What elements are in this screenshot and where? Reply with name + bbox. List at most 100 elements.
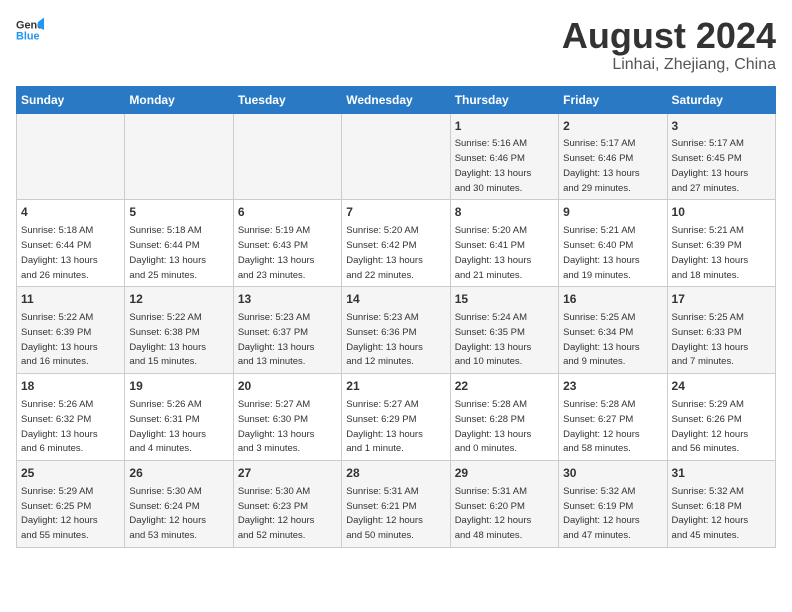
calendar-table: SundayMondayTuesdayWednesdayThursdayFrid… <box>16 86 776 548</box>
day-number: 29 <box>455 465 554 482</box>
calendar-week-1: 1 Sunrise: 5:16 AM Sunset: 6:46 PM Daylig… <box>17 113 776 200</box>
day-info: Sunrise: 5:30 AM Sunset: 6:24 PM Dayligh… <box>129 486 206 541</box>
day-info: Sunrise: 5:27 AM Sunset: 6:30 PM Dayligh… <box>238 399 315 454</box>
day-number: 12 <box>129 291 228 308</box>
day-number: 24 <box>672 378 771 395</box>
calendar-day-31: 31 Sunrise: 5:32 AM Sunset: 6:18 PM Dayli… <box>667 461 775 548</box>
day-number: 3 <box>672 118 771 135</box>
day-number: 25 <box>21 465 120 482</box>
calendar-week-4: 18Sunrise: 5:26 AM Sunset: 6:32 PM Dayli… <box>17 374 776 461</box>
day-info: Sunrise: 5:18 AM Sunset: 6:44 PM Dayligh… <box>21 225 98 280</box>
calendar-day-empty <box>125 113 233 200</box>
day-number: 26 <box>129 465 228 482</box>
day-info: Sunrise: 5:31 AM Sunset: 6:21 PM Dayligh… <box>346 486 423 541</box>
calendar-day-5: 5Sunrise: 5:18 AM Sunset: 6:44 PM Daylig… <box>125 200 233 287</box>
calendar-day-28: 28Sunrise: 5:31 AM Sunset: 6:21 PM Dayli… <box>342 461 450 548</box>
day-number: 9 <box>563 204 662 221</box>
logo: General Blue <box>16 16 44 44</box>
calendar-day-23: 23 Sunrise: 5:28 AM Sunset: 6:27 PM Dayli… <box>559 374 667 461</box>
day-info: Sunrise: 5:32 AM Sunset: 6:18 PM Dayligh… <box>672 486 749 541</box>
calendar-day-18: 18Sunrise: 5:26 AM Sunset: 6:32 PM Dayli… <box>17 374 125 461</box>
calendar-day-15: 15 Sunrise: 5:24 AM Sunset: 6:35 PM Dayli… <box>450 287 558 374</box>
day-number: 21 <box>346 378 445 395</box>
calendar-day-20: 20 Sunrise: 5:27 AM Sunset: 6:30 PM Dayli… <box>233 374 341 461</box>
weekday-header-friday: Friday <box>559 86 667 113</box>
calendar-day-4: 4 Sunrise: 5:18 AM Sunset: 6:44 PM Daylig… <box>17 200 125 287</box>
day-number: 8 <box>455 204 554 221</box>
day-info: Sunrise: 5:27 AM Sunset: 6:29 PM Dayligh… <box>346 399 423 454</box>
calendar-day-7: 7Sunrise: 5:20 AM Sunset: 6:42 PM Daylig… <box>342 200 450 287</box>
day-number: 2 <box>563 118 662 135</box>
calendar-day-empty <box>233 113 341 200</box>
weekday-header-saturday: Saturday <box>667 86 775 113</box>
day-info: Sunrise: 5:28 AM Sunset: 6:27 PM Dayligh… <box>563 399 640 454</box>
day-info: Sunrise: 5:25 AM Sunset: 6:33 PM Dayligh… <box>672 312 749 367</box>
calendar-day-19: 19 Sunrise: 5:26 AM Sunset: 6:31 PM Dayli… <box>125 374 233 461</box>
calendar-day-29: 29 Sunrise: 5:31 AM Sunset: 6:20 PM Dayli… <box>450 461 558 548</box>
day-info: Sunrise: 5:31 AM Sunset: 6:20 PM Dayligh… <box>455 486 532 541</box>
weekday-header-thursday: Thursday <box>450 86 558 113</box>
day-info: Sunrise: 5:26 AM Sunset: 6:31 PM Dayligh… <box>129 399 206 454</box>
day-info: Sunrise: 5:24 AM Sunset: 6:35 PM Dayligh… <box>455 312 532 367</box>
calendar-day-21: 21 Sunrise: 5:27 AM Sunset: 6:29 PM Dayli… <box>342 374 450 461</box>
calendar-day-22: 22Sunrise: 5:28 AM Sunset: 6:28 PM Dayli… <box>450 374 558 461</box>
weekday-header-monday: Monday <box>125 86 233 113</box>
weekday-header-sunday: Sunday <box>17 86 125 113</box>
day-number: 17 <box>672 291 771 308</box>
calendar-day-24: 24 Sunrise: 5:29 AM Sunset: 6:26 PM Dayli… <box>667 374 775 461</box>
calendar-day-30: 30 Sunrise: 5:32 AM Sunset: 6:19 PM Dayli… <box>559 461 667 548</box>
calendar-day-16: 16Sunrise: 5:25 AM Sunset: 6:34 PM Dayli… <box>559 287 667 374</box>
day-number: 30 <box>563 465 662 482</box>
day-number: 10 <box>672 204 771 221</box>
day-info: Sunrise: 5:26 AM Sunset: 6:32 PM Dayligh… <box>21 399 98 454</box>
calendar-week-3: 11 Sunrise: 5:22 AM Sunset: 6:39 PM Dayli… <box>17 287 776 374</box>
calendar-day-1: 1 Sunrise: 5:16 AM Sunset: 6:46 PM Daylig… <box>450 113 558 200</box>
day-number: 4 <box>21 204 120 221</box>
calendar-day-11: 11 Sunrise: 5:22 AM Sunset: 6:39 PM Dayli… <box>17 287 125 374</box>
calendar-day-10: 10 Sunrise: 5:21 AM Sunset: 6:39 PM Dayli… <box>667 200 775 287</box>
title-block: August 2024 Linhai, Zhejiang, China <box>562 16 776 74</box>
day-info: Sunrise: 5:18 AM Sunset: 6:44 PM Dayligh… <box>129 225 206 280</box>
calendar-week-2: 4 Sunrise: 5:18 AM Sunset: 6:44 PM Daylig… <box>17 200 776 287</box>
calendar-day-26: 26 Sunrise: 5:30 AM Sunset: 6:24 PM Dayli… <box>125 461 233 548</box>
day-info: Sunrise: 5:29 AM Sunset: 6:25 PM Dayligh… <box>21 486 98 541</box>
calendar-day-8: 8Sunrise: 5:20 AM Sunset: 6:41 PM Daylig… <box>450 200 558 287</box>
day-info: Sunrise: 5:17 AM Sunset: 6:45 PM Dayligh… <box>672 138 749 193</box>
calendar-day-13: 13Sunrise: 5:23 AM Sunset: 6:37 PM Dayli… <box>233 287 341 374</box>
day-info: Sunrise: 5:22 AM Sunset: 6:39 PM Dayligh… <box>21 312 98 367</box>
weekday-header-wednesday: Wednesday <box>342 86 450 113</box>
day-number: 6 <box>238 204 337 221</box>
day-number: 1 <box>455 118 554 135</box>
calendar-day-12: 12Sunrise: 5:22 AM Sunset: 6:38 PM Dayli… <box>125 287 233 374</box>
day-number: 22 <box>455 378 554 395</box>
calendar-day-empty <box>342 113 450 200</box>
calendar-day-6: 6 Sunrise: 5:19 AM Sunset: 6:43 PM Daylig… <box>233 200 341 287</box>
day-info: Sunrise: 5:25 AM Sunset: 6:34 PM Dayligh… <box>563 312 640 367</box>
day-info: Sunrise: 5:16 AM Sunset: 6:46 PM Dayligh… <box>455 138 532 193</box>
logo-icon: General Blue <box>16 16 44 44</box>
day-number: 14 <box>346 291 445 308</box>
calendar-day-9: 9 Sunrise: 5:21 AM Sunset: 6:40 PM Daylig… <box>559 200 667 287</box>
day-number: 27 <box>238 465 337 482</box>
day-info: Sunrise: 5:32 AM Sunset: 6:19 PM Dayligh… <box>563 486 640 541</box>
calendar-day-25: 25 Sunrise: 5:29 AM Sunset: 6:25 PM Dayli… <box>17 461 125 548</box>
page-header: General Blue August 2024 Linhai, Zhejian… <box>16 16 776 74</box>
day-number: 20 <box>238 378 337 395</box>
calendar-day-17: 17 Sunrise: 5:25 AM Sunset: 6:33 PM Dayli… <box>667 287 775 374</box>
calendar-day-14: 14Sunrise: 5:23 AM Sunset: 6:36 PM Dayli… <box>342 287 450 374</box>
day-number: 31 <box>672 465 771 482</box>
month-year: August 2024 <box>562 16 776 56</box>
calendar-day-2: 2Sunrise: 5:17 AM Sunset: 6:46 PM Daylig… <box>559 113 667 200</box>
day-number: 19 <box>129 378 228 395</box>
day-number: 23 <box>563 378 662 395</box>
day-number: 11 <box>21 291 120 308</box>
location: Linhai, Zhejiang, China <box>562 56 776 74</box>
day-info: Sunrise: 5:19 AM Sunset: 6:43 PM Dayligh… <box>238 225 315 280</box>
day-info: Sunrise: 5:29 AM Sunset: 6:26 PM Dayligh… <box>672 399 749 454</box>
day-info: Sunrise: 5:21 AM Sunset: 6:40 PM Dayligh… <box>563 225 640 280</box>
day-info: Sunrise: 5:23 AM Sunset: 6:37 PM Dayligh… <box>238 312 315 367</box>
calendar-day-27: 27Sunrise: 5:30 AM Sunset: 6:23 PM Dayli… <box>233 461 341 548</box>
calendar-day-3: 3 Sunrise: 5:17 AM Sunset: 6:45 PM Daylig… <box>667 113 775 200</box>
day-number: 15 <box>455 291 554 308</box>
day-info: Sunrise: 5:21 AM Sunset: 6:39 PM Dayligh… <box>672 225 749 280</box>
